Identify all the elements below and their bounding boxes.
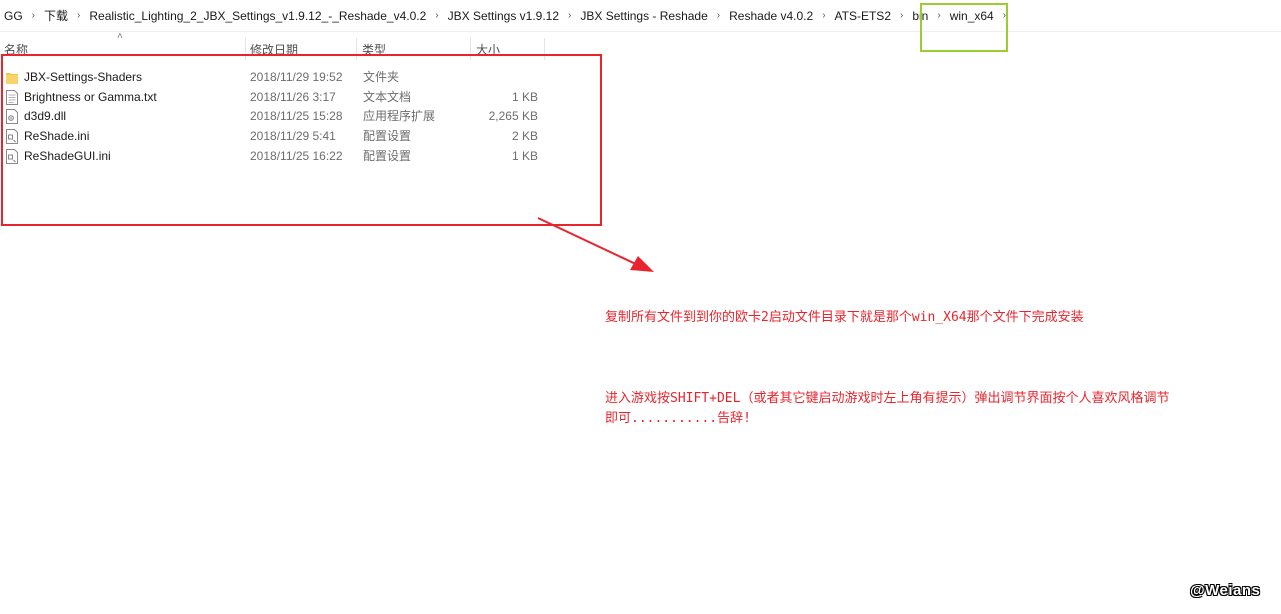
breadcrumb-item-jbx-settings-reshade[interactable]: JBX Settings - Reshade bbox=[576, 9, 711, 23]
chevron-right-icon[interactable]: › bbox=[712, 10, 725, 21]
column-header-date[interactable]: 修改日期 bbox=[246, 38, 356, 58]
breadcrumb-item-gg[interactable]: GG bbox=[0, 9, 27, 23]
address-breadcrumb: GG › 下载 › Realistic_Lighting_2_JBX_Setti… bbox=[0, 0, 1281, 32]
file-size bbox=[460, 68, 538, 87]
file-date: 2018/11/29 5:41 bbox=[250, 129, 336, 143]
chevron-right-icon[interactable]: › bbox=[895, 10, 908, 21]
column-divider[interactable] bbox=[356, 38, 357, 60]
author-watermark: @Weians bbox=[1190, 582, 1261, 599]
ini-file-icon bbox=[6, 129, 18, 144]
text-file-icon bbox=[6, 90, 18, 105]
breadcrumb-item-ats-ets2[interactable]: ATS-ETS2 bbox=[831, 9, 895, 23]
file-type: 文件夹 bbox=[363, 70, 400, 84]
file-type: 配置设置 bbox=[363, 129, 412, 143]
column-header-type[interactable]: 类型 bbox=[358, 38, 468, 58]
breadcrumb-item-reshade-version[interactable]: Reshade v4.0.2 bbox=[725, 9, 817, 23]
file-row[interactable]: ReShadeGUI.ini 2018/11/25 16:22 配置设置 1 K… bbox=[0, 147, 560, 166]
file-date: 2018/11/25 16:22 bbox=[250, 149, 343, 163]
file-name: ReShadeGUI.ini bbox=[24, 149, 111, 163]
breadcrumb-item-bin[interactable]: bin bbox=[908, 9, 932, 23]
file-date: 2018/11/26 3:17 bbox=[250, 90, 336, 104]
instruction-note-in-game: 进入游戏按SHIFT+DEL（或者其它键启动游戏时左上角有提示）弹出调节界面按个… bbox=[605, 391, 1170, 426]
file-date: 2018/11/25 15:28 bbox=[250, 109, 343, 123]
breadcrumb-item-jbx-settings-version[interactable]: JBX Settings v1.9.12 bbox=[444, 9, 563, 23]
chevron-right-icon[interactable]: › bbox=[430, 10, 443, 21]
file-row[interactable]: d3d9.dll 2018/11/25 15:28 应用程序扩展 2,265 K… bbox=[0, 107, 560, 126]
file-type: 配置设置 bbox=[363, 149, 412, 163]
chevron-right-icon[interactable]: › bbox=[817, 10, 830, 21]
file-type: 文本文档 bbox=[363, 90, 412, 104]
column-divider[interactable] bbox=[470, 38, 471, 60]
file-row[interactable]: ReShade.ini 2018/11/29 5:41 配置设置 2 KB bbox=[0, 127, 560, 146]
chevron-right-icon[interactable]: › bbox=[932, 10, 945, 21]
file-date: 2018/11/29 19:52 bbox=[250, 70, 343, 84]
file-size: 2 KB bbox=[511, 129, 538, 143]
file-size: 1 KB bbox=[511, 90, 538, 104]
chevron-right-icon[interactable]: › bbox=[563, 10, 576, 21]
column-header-size[interactable]: 大小 bbox=[472, 38, 544, 58]
chevron-right-icon[interactable]: › bbox=[27, 10, 40, 21]
folder-icon bbox=[6, 73, 18, 84]
file-row[interactable]: Brightness or Gamma.txt 2018/11/26 3:17 … bbox=[0, 88, 560, 107]
file-type: 应用程序扩展 bbox=[363, 109, 436, 123]
breadcrumb-item-realistic-lighting[interactable]: Realistic_Lighting_2_JBX_Settings_v1.9.1… bbox=[85, 9, 430, 23]
file-row[interactable]: JBX-Settings-Shaders 2018/11/29 19:52 文件… bbox=[0, 68, 560, 87]
dll-file-icon bbox=[6, 109, 18, 124]
file-size: 1 KB bbox=[511, 149, 538, 163]
arrow-icon bbox=[537, 217, 654, 272]
ini-file-icon bbox=[6, 149, 18, 164]
file-size: 2,265 KB bbox=[488, 109, 538, 123]
column-divider[interactable] bbox=[544, 38, 545, 60]
chevron-right-icon[interactable]: › bbox=[998, 10, 1011, 21]
file-name: d3d9.dll bbox=[24, 109, 67, 123]
breadcrumb-item-win-x64[interactable]: win_x64 bbox=[946, 9, 998, 23]
chevron-right-icon[interactable]: › bbox=[72, 10, 85, 21]
file-name: Brightness or Gamma.txt bbox=[24, 90, 157, 104]
file-name: JBX-Settings-Shaders bbox=[24, 70, 143, 84]
breadcrumb-item-downloads[interactable]: 下载 bbox=[40, 7, 72, 24]
file-name: ReShade.ini bbox=[24, 129, 90, 143]
column-header-name[interactable]: 名称 bbox=[0, 38, 245, 58]
instruction-note-copy-files: 复制所有文件到到你的欧卡2启动文件目录下就是那个win_X64那个文件下完成安装 bbox=[605, 310, 1084, 325]
